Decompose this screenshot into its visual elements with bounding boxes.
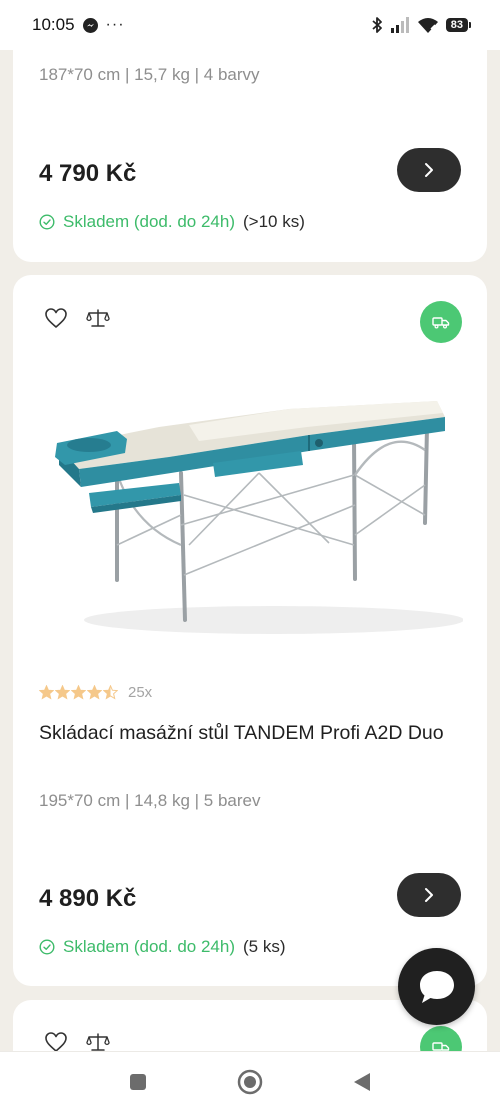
stock-status: Skladem (dod. do 24h) (5 ks) [39,937,286,957]
product-image[interactable] [39,365,463,645]
rating-stars [39,685,118,700]
product-title[interactable]: Skládací masážní stůl TANDEM Profi A2D D… [39,719,459,748]
status-left: 10:05 ··· [32,15,125,35]
star-icon [55,685,70,700]
stock-status: Skladem (dod. do 24h) (>10 ks) [39,212,305,232]
stock-label: Skladem (dod. do 24h) [63,937,235,956]
delivery-truck-badge [420,301,462,343]
product-specs: 195*70 cm | 14,8 kg | 5 barev [39,791,261,810]
product-detail-button[interactable] [397,873,461,917]
check-circle-icon [39,214,55,230]
product-card[interactable]: 187*70 cm | 15,7 kg | 4 barvy 4 790 Kč S… [13,38,487,262]
system-nav-bar [0,1051,500,1111]
messenger-icon [82,17,98,33]
wifi-icon [417,18,438,33]
bluetooth-icon [372,17,382,33]
product-detail-button[interactable] [397,148,461,192]
status-time: 10:05 [32,15,75,34]
product-rating: 25x [39,684,152,701]
home-circle-icon [237,1069,263,1094]
chat-bubble-icon [419,970,454,1003]
stock-label: Skladem (dod. do 24h) [63,212,235,231]
compare-scales-icon[interactable] [84,304,112,332]
star-icon [71,685,86,700]
stock-quantity: (5 ks) [243,937,286,956]
product-card[interactable]: 25x Skládací masážní stůl TANDEM Profi A… [13,275,487,986]
product-price: 4 890 Kč [39,885,137,912]
back-triangle-icon [354,1072,370,1091]
chevron-right-icon [425,888,433,902]
home-button[interactable] [235,1067,265,1097]
square-icon [130,1073,146,1090]
back-button[interactable] [347,1067,377,1097]
recent-apps-button[interactable] [123,1067,153,1097]
more-dots-icon: ··· [105,16,125,33]
star-icon [87,685,102,700]
favorite-heart-icon[interactable] [42,304,70,332]
star-icon [39,685,54,700]
signal-icon [390,17,409,33]
stock-quantity: (>10 ks) [243,212,305,231]
product-specs: 187*70 cm | 15,7 kg | 4 barvy [39,65,260,84]
truck-icon [432,317,450,329]
review-count: 25x [128,684,153,701]
status-right: 83 [371,16,472,34]
check-circle-icon [39,939,55,955]
chat-button[interactable] [398,948,475,1025]
product-price: 4 790 Kč [39,160,137,187]
chevron-right-icon [425,163,433,177]
star-icon [103,685,118,700]
battery-indicator: 83 [445,18,472,32]
